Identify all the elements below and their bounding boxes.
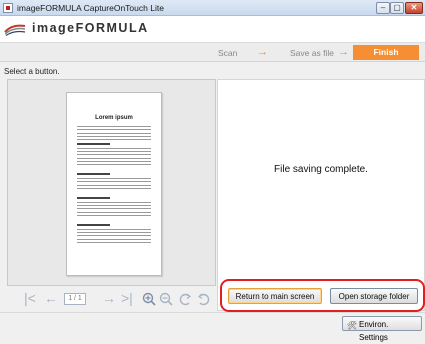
step-arrow-icon: → xyxy=(257,46,268,58)
bottom-bar: 🛠 Environ. Settings xyxy=(0,312,425,342)
zoom-out-icon[interactable] xyxy=(159,292,173,306)
page-number-field[interactable]: 1 / 1 xyxy=(64,293,86,305)
result-panel: File saving complete. xyxy=(217,79,425,311)
last-page-icon[interactable]: >| xyxy=(121,290,133,306)
app-header: imageFORMULA xyxy=(0,16,425,42)
document-text-lines xyxy=(77,126,151,245)
document-title: Lorem ipsum xyxy=(95,115,133,121)
maximize-button[interactable]: ▢ xyxy=(390,2,404,14)
previous-page-icon[interactable]: ← xyxy=(44,290,58,306)
window-title: imageFORMULA CaptureOnTouch Lite xyxy=(17,3,164,13)
step-save-as-file: Save as file xyxy=(290,48,334,58)
status-text: Select a button. xyxy=(4,67,60,76)
steps-bar: Scan → Save as file → Finish xyxy=(0,42,425,62)
tools-icon: 🛠 xyxy=(347,321,358,330)
close-button[interactable]: ✕ xyxy=(405,2,423,14)
preview-pane: Lorem ipsum xyxy=(7,79,216,286)
status-row: Select a button. xyxy=(0,63,425,79)
app-icon xyxy=(3,3,13,13)
return-to-main-button[interactable]: Return to main screen xyxy=(228,288,322,304)
document-thumbnail: Lorem ipsum xyxy=(66,92,162,276)
logo-text: imageFORMULA xyxy=(32,21,149,35)
environ-settings-button[interactable]: 🛠 Environ. Settings xyxy=(342,316,422,342)
imageformula-logo-icon xyxy=(4,24,26,36)
title-bar: imageFORMULA CaptureOnTouch Lite – ▢ ✕ xyxy=(0,0,425,16)
step-scan: Scan xyxy=(218,48,238,58)
environ-settings-label: Environ. Settings xyxy=(359,320,389,342)
zoom-in-icon[interactable] xyxy=(142,292,156,306)
preview-toolbar: |< ← 1 / 1 → >| xyxy=(7,287,216,311)
first-page-icon[interactable]: |< xyxy=(24,290,36,306)
next-page-icon[interactable]: → xyxy=(102,290,116,306)
open-storage-folder-button[interactable]: Open storage folder xyxy=(330,288,418,304)
step-arrow-icon: → xyxy=(338,46,349,58)
rotate-left-icon[interactable] xyxy=(178,292,192,306)
minimize-button[interactable]: – xyxy=(376,2,390,14)
rotate-right-icon[interactable] xyxy=(197,292,211,306)
step-finish: Finish xyxy=(353,45,419,60)
completion-message: File saving complete. xyxy=(274,164,368,175)
